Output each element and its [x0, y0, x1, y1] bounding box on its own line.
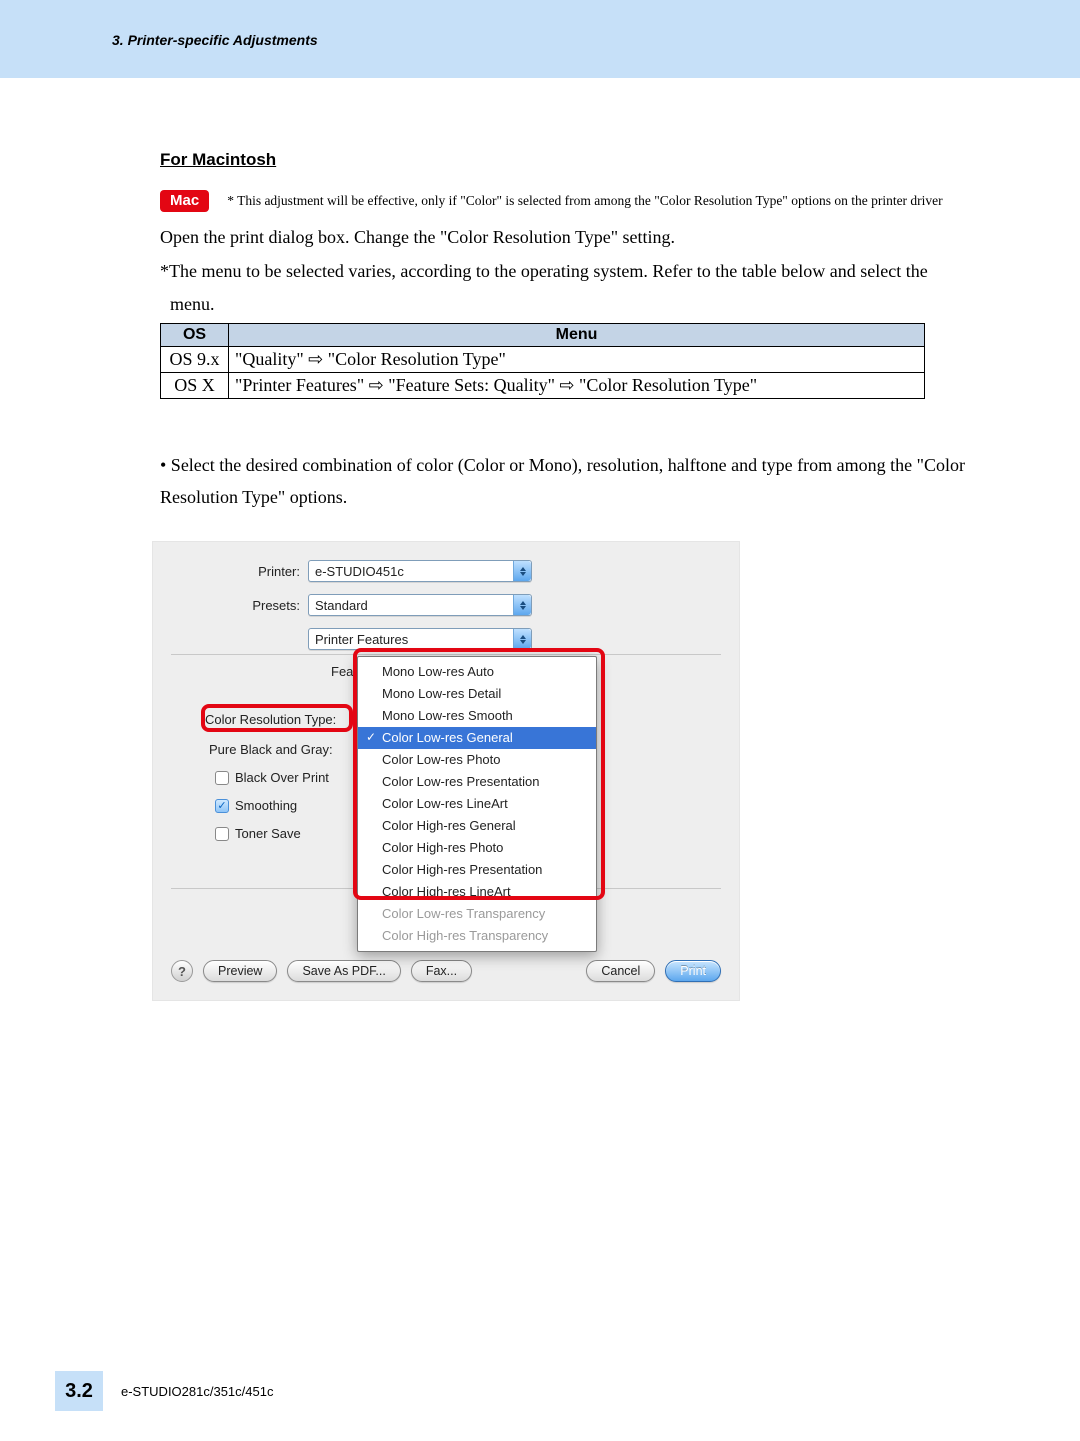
dropdown-option[interactable]: Color High-res Presentation	[358, 859, 596, 881]
fax-button[interactable]: Fax...	[411, 960, 472, 982]
page-footer: 3.2 e-STUDIO281c/351c/451c	[55, 1371, 273, 1411]
section-number-badge: 3.2	[55, 1371, 103, 1411]
label-printer: Printer:	[153, 564, 308, 579]
instruction-open-dialog: Open the print dialog box. Change the "C…	[160, 222, 980, 254]
mac-note-text: * This adjustment will be effective, onl…	[227, 193, 942, 209]
instr-text-1: The menu to be selected varies, accordin…	[169, 261, 928, 281]
cell-menu-9x: "Quality" ⇨ "Color Resolution Type"	[229, 346, 925, 372]
cell-os-x: OS X	[161, 372, 229, 398]
dropdown-option: Color Low-res Transparency	[358, 903, 596, 925]
instruction-menu-line2: menu.	[160, 289, 980, 321]
dropdown-option[interactable]: Color Low-res Photo	[358, 749, 596, 771]
save-as-pdf-button[interactable]: Save As PDF...	[287, 960, 400, 982]
footer-model: e-STUDIO281c/351c/451c	[121, 1384, 273, 1399]
checkbox-toner-save[interactable]: Toner Save	[215, 826, 301, 841]
divider	[171, 654, 721, 655]
table-row: OS X "Printer Features" ⇨ "Feature Sets:…	[161, 372, 925, 398]
label-presets: Presets:	[153, 598, 308, 613]
instruction-menu-varies: *The menu to be selected varies, accordi…	[160, 256, 980, 288]
checkbox-label: Smoothing	[235, 798, 297, 813]
row-presets: Presets: Standard	[153, 594, 532, 616]
checkbox-label: Black Over Print	[235, 770, 329, 785]
dropdown-option[interactable]: Color High-res LineArt	[358, 881, 596, 903]
row-printer: Printer: e-STUDIO451c	[153, 560, 532, 582]
label-color-resolution-type: Color Resolution Type:	[205, 712, 336, 727]
row-section: Printer Features	[153, 628, 532, 650]
cell-menu-x: "Printer Features" ⇨ "Feature Sets: Qual…	[229, 372, 925, 398]
checkbox-black-over-print[interactable]: Black Over Print	[215, 770, 329, 785]
bullet-instruction: • Select the desired combination of colo…	[160, 449, 980, 514]
preview-button[interactable]: Preview	[203, 960, 277, 982]
section-heading: For Macintosh	[160, 150, 980, 170]
select-section[interactable]: Printer Features	[308, 628, 532, 650]
stepper-icon	[513, 629, 531, 649]
print-button[interactable]: Print	[665, 960, 721, 982]
label-pure-black-gray: Pure Black and Gray:	[209, 742, 333, 757]
feature-sets-label-clipped: Fea	[331, 664, 353, 679]
dropdown-option[interactable]: Mono Low-res Detail	[358, 683, 596, 705]
dropdown-option[interactable]: Mono Low-res Auto	[358, 661, 596, 683]
print-dialog: Printer: e-STUDIO451c Presets: Standard …	[152, 541, 740, 1001]
select-printer[interactable]: e-STUDIO451c	[308, 560, 532, 582]
page-content: For Macintosh Mac * This adjustment will…	[160, 150, 980, 1001]
checkbox-icon: ✓	[215, 799, 229, 813]
dropdown-option[interactable]: Color High-res Photo	[358, 837, 596, 859]
dropdown-option[interactable]: Color Low-res General	[358, 727, 596, 749]
dropdown-option[interactable]: Color Low-res LineArt	[358, 793, 596, 815]
os-menu-table: OS Menu OS 9.x "Quality" ⇨ "Color Resolu…	[160, 323, 925, 399]
cancel-button[interactable]: Cancel	[586, 960, 655, 982]
dropdown-option[interactable]: Color High-res General	[358, 815, 596, 837]
color-resolution-type-dropdown[interactable]: Mono Low-res AutoMono Low-res DetailMono…	[357, 656, 597, 952]
page-header-banner: 3. Printer-specific Adjustments	[0, 0, 1080, 78]
cell-os-9x: OS 9.x	[161, 346, 229, 372]
dropdown-option: Color High-res Transparency	[358, 925, 596, 947]
select-section-value: Printer Features	[309, 632, 513, 647]
table-row: OS 9.x "Quality" ⇨ "Color Resolution Typ…	[161, 346, 925, 372]
checkbox-icon	[215, 827, 229, 841]
mac-note-row: Mac * This adjustment will be effective,…	[160, 190, 980, 212]
checkbox-icon	[215, 771, 229, 785]
dialog-button-row: ? Preview Save As PDF... Fax... Cancel P…	[171, 960, 721, 982]
stepper-icon	[513, 561, 531, 581]
help-button[interactable]: ?	[171, 960, 193, 982]
th-os: OS	[161, 323, 229, 346]
checkbox-smoothing[interactable]: ✓ Smoothing	[215, 798, 297, 813]
dropdown-option[interactable]: Color Low-res Presentation	[358, 771, 596, 793]
asterisk: *	[160, 261, 169, 281]
stepper-icon	[513, 595, 531, 615]
mac-badge: Mac	[160, 190, 209, 212]
dropdown-option[interactable]: Mono Low-res Smooth	[358, 705, 596, 727]
checkbox-label: Toner Save	[235, 826, 301, 841]
select-presets[interactable]: Standard	[308, 594, 532, 616]
th-menu: Menu	[229, 323, 925, 346]
select-printer-value: e-STUDIO451c	[309, 564, 513, 579]
select-presets-value: Standard	[309, 598, 513, 613]
chapter-title: 3. Printer-specific Adjustments	[112, 32, 318, 48]
